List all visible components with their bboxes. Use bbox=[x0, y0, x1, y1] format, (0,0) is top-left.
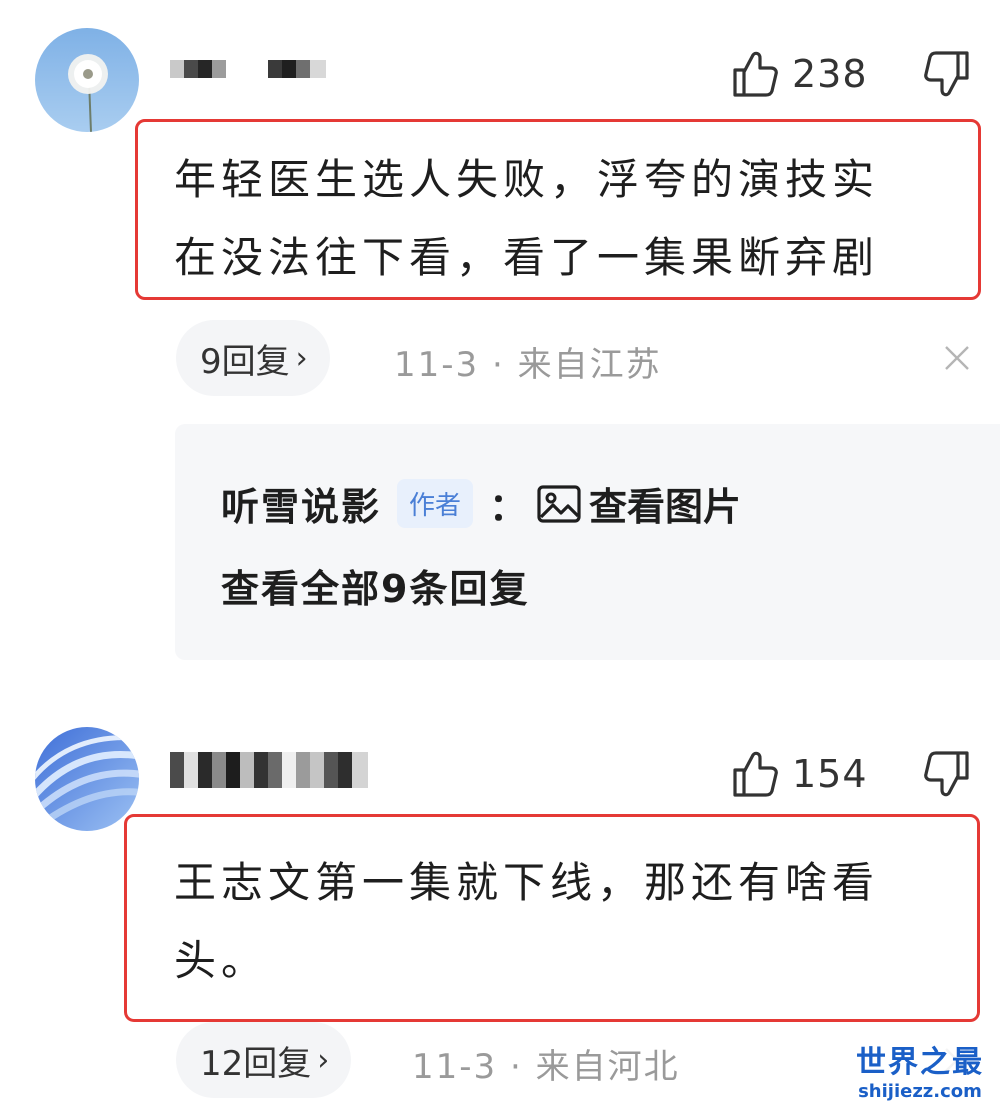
watermark-cn: 世界之最 bbox=[856, 1045, 984, 1080]
reply-count-button[interactable]: 12回复 › bbox=[176, 1022, 352, 1098]
image-icon bbox=[537, 484, 581, 523]
view-image-link[interactable]: 查看图片 bbox=[537, 476, 741, 531]
like-count: 154 bbox=[792, 752, 868, 796]
comment-text: 王志文第一集就下线，那还有啥看 头。 bbox=[174, 858, 880, 985]
avatar[interactable] bbox=[35, 28, 139, 132]
thumbs-up-icon bbox=[733, 51, 778, 97]
chevron-right-icon: › bbox=[295, 340, 308, 376]
reply-count-label: 12回复 bbox=[200, 1043, 312, 1084]
dislike-button[interactable] bbox=[922, 50, 972, 100]
comment-meta: 11-3 · 来自江苏 bbox=[394, 345, 662, 385]
view-image-label: 查看图片 bbox=[589, 485, 742, 529]
watermark-en: shijiezz.com bbox=[858, 1081, 982, 1102]
username-blurred bbox=[170, 752, 368, 788]
author-badge: 作者 bbox=[397, 479, 474, 528]
like-count: 238 bbox=[792, 52, 868, 96]
dislike-button[interactable] bbox=[922, 750, 972, 800]
view-all-replies-link[interactable]: 查看全部9条回复 bbox=[221, 558, 529, 613]
close-icon[interactable] bbox=[944, 345, 970, 371]
sub-reply-author[interactable]: 听雪说影 bbox=[221, 476, 381, 531]
watermark-logo: 世界之最 shijiezz.com bbox=[850, 1033, 990, 1106]
reply-count-button[interactable]: 9回复 › bbox=[176, 320, 330, 396]
comment-text: 年轻医生选人失败，浮夸的演技实 在没法往下看，看了一集果断弃剧 bbox=[174, 155, 880, 282]
thumbs-up-icon bbox=[733, 751, 778, 797]
chevron-right-icon: › bbox=[317, 1042, 330, 1078]
username-blurred bbox=[170, 60, 326, 78]
reply-count-label: 9回复 bbox=[200, 341, 290, 382]
comment-meta: 11-3 · 来自河北 bbox=[412, 1047, 680, 1087]
avatar[interactable] bbox=[35, 727, 139, 831]
like-button[interactable]: 238 bbox=[732, 44, 868, 104]
sub-reply-panel[interactable]: 听雪说影 作者 ： 查看图片 查看全部9条回复 bbox=[175, 424, 1000, 660]
thumbs-down-icon bbox=[924, 751, 969, 797]
sub-reply-colon: ： bbox=[489, 485, 528, 529]
like-button[interactable]: 154 bbox=[732, 744, 868, 804]
thumbs-down-icon bbox=[924, 51, 969, 97]
sub-reply-line: 听雪说影 作者 ： 查看图片 bbox=[221, 476, 741, 531]
